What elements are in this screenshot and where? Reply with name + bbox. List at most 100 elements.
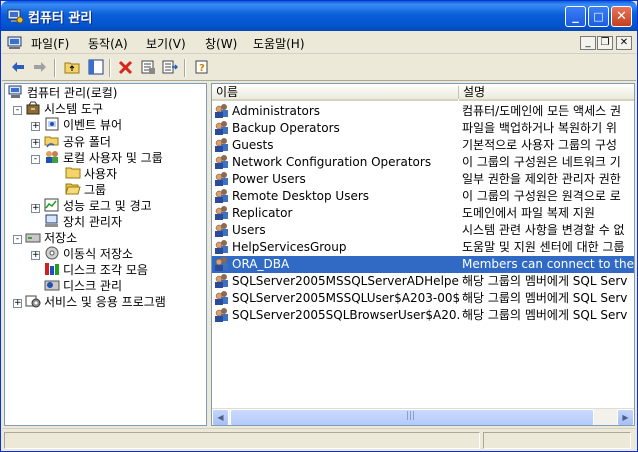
group-name: Network Configuration Operators — [232, 155, 432, 169]
up-folder-icon[interactable] — [63, 59, 81, 77]
mmc-document-icon[interactable] — [7, 35, 23, 51]
menu-bar: 파일(F) 동작(A) 보기(V) 창(W) 도움말(H) _ ❐ ✕ — [2, 32, 636, 54]
group-name: Administrators — [232, 104, 321, 118]
export-list-icon[interactable] — [161, 59, 179, 77]
table-row[interactable]: Network Configuration Operators 이 그룹의 구성원… — [212, 154, 634, 171]
help-icon[interactable]: ? — [193, 59, 211, 77]
table-row[interactable]: SQLServer2005SQLBrowserUser$A20... 해당 그룹의… — [212, 307, 634, 324]
show-tree-icon[interactable] — [87, 59, 105, 77]
folder-icon — [65, 167, 81, 179]
delete-icon[interactable] — [117, 59, 135, 77]
tree-item-groups[interactable]: 그룹 — [65, 182, 106, 198]
group-icon — [215, 240, 228, 254]
mdi-restore-button[interactable]: ❐ — [597, 36, 613, 50]
app-window: 컴퓨터 관리 _ □ ✕ 파일(F) 동작(A) 보기(V) 창(W) 도움말(… — [0, 0, 638, 452]
table-row[interactable]: HelpServicesGroup 도움말 및 지원 센터에 대한 그룹 — [212, 239, 634, 256]
maximize-button[interactable]: □ — [588, 6, 609, 27]
back-arrow-icon[interactable] — [9, 59, 27, 77]
properties-icon[interactable] — [139, 59, 157, 77]
minimize-button[interactable]: _ — [565, 6, 586, 27]
menu-action[interactable]: 동작(A) — [88, 35, 128, 52]
menu-window[interactable]: 창(W) — [205, 35, 237, 52]
tree-item-storage[interactable]: 저장소 — [25, 230, 77, 246]
close-button[interactable]: ✕ — [611, 6, 632, 27]
group-icon — [215, 138, 228, 152]
group-name-cell: Users — [214, 222, 460, 239]
mdi-close-button[interactable]: ✕ — [616, 36, 632, 50]
group-icon — [215, 291, 228, 305]
tree-label: 로컬 사용자 및 그룹 — [63, 151, 163, 165]
group-name: Users — [232, 223, 266, 237]
tree-item-disk-mgmt[interactable]: 디스크 관리 — [44, 278, 122, 294]
group-name-cell: Replicator — [214, 205, 460, 222]
mdi-minimize-button[interactable]: _ — [580, 36, 596, 50]
tree-item-event-viewer[interactable]: 이벤트 뷰어 — [44, 117, 122, 133]
tree-label: 디스크 관리 — [63, 279, 123, 293]
tree-label: 디스크 조각 모음 — [63, 263, 148, 277]
tree-expander[interactable]: - — [13, 235, 22, 244]
table-row[interactable]: SQLServer2005MSSQLServerADHelpe... 해당 그룹의… — [212, 273, 634, 290]
status-cell-secondary — [483, 432, 631, 449]
tree-expander[interactable]: + — [31, 139, 40, 148]
group-icon — [215, 121, 228, 135]
group-name-cell: SQLServer2005SQLBrowserUser$A20... — [214, 307, 460, 324]
column-header-description[interactable]: 설명 — [459, 84, 634, 101]
tree-expander[interactable]: + — [31, 122, 40, 131]
tree-label: 성능 로그 및 경고 — [63, 199, 152, 213]
group-name-cell: Administrators — [214, 103, 460, 120]
tree-label: 컴퓨터 관리(로컬) — [27, 86, 118, 100]
group-icon — [215, 206, 228, 220]
tree-expander[interactable]: - — [31, 155, 40, 164]
group-name: SQLServer2005SQLBrowserUser$A20... — [232, 308, 460, 322]
tree-expander[interactable]: + — [31, 251, 40, 260]
horizontal-scrollbar[interactable]: ◀ ||| ▶ — [212, 408, 634, 425]
tree-label: 저장소 — [44, 231, 78, 245]
tree-label: 이동식 저장소 — [63, 247, 134, 261]
group-description: 도움말 및 지원 센터에 대한 그룹 — [462, 240, 625, 254]
tree-expander[interactable]: + — [31, 204, 40, 213]
group-icon — [215, 172, 228, 186]
scroll-thumb[interactable]: ||| — [230, 409, 594, 425]
table-row[interactable]: Users 시스템 관련 사항을 변경할 수 없 — [212, 222, 634, 239]
groups-list-view: 이름 설명 Administrators 컴퓨터/도메인에 모든 액세스 권 Bac… — [211, 83, 635, 426]
table-row[interactable]: ORA_DBA Members can connect to the C — [212, 256, 634, 273]
tree-item-shared-folders[interactable]: 공유 폴더 — [44, 134, 111, 150]
tree-item-local-users-groups[interactable]: 로컬 사용자 및 그룹 — [44, 150, 163, 166]
tree-item-services-apps[interactable]: 서비스 및 응용 프로그램 — [25, 294, 166, 310]
tree-label: 서비스 및 응용 프로그램 — [44, 295, 166, 309]
menu-file[interactable]: 파일(F) — [31, 35, 69, 52]
toolbar-separator — [54, 59, 56, 77]
tree-expander[interactable]: + — [13, 299, 22, 308]
group-description: 해당 그룹의 멤버에게 SQL Serv — [462, 308, 628, 322]
table-row[interactable]: Power Users 일부 권한을 제외한 관리자 권한 — [212, 171, 634, 188]
scroll-left-button[interactable]: ◀ — [212, 409, 229, 425]
tree-item-system-tools[interactable]: 시스템 도구 — [25, 101, 103, 117]
group-icon — [215, 308, 228, 322]
forward-arrow-icon[interactable] — [31, 59, 49, 77]
title-bar[interactable]: 컴퓨터 관리 _ □ ✕ — [1, 1, 637, 31]
group-description: 컴퓨터/도메인에 모든 액세스 권 — [462, 104, 622, 118]
table-row[interactable]: Replicator 도메인에서 파일 복제 지원 — [212, 205, 634, 222]
open-folder-icon — [65, 183, 81, 195]
scroll-right-button[interactable]: ▶ — [617, 409, 634, 425]
tree-item-device-manager[interactable]: 장치 관리자 — [44, 214, 122, 230]
group-name: Remote Desktop Users — [232, 189, 370, 203]
table-row[interactable]: Administrators 컴퓨터/도메인에 모든 액세스 권 — [212, 103, 634, 120]
device-manager-icon — [45, 214, 58, 227]
tree-item-defrag[interactable]: 디스크 조각 모음 — [44, 262, 148, 278]
column-header-name[interactable]: 이름 — [212, 84, 458, 101]
menu-help[interactable]: 도움말(H) — [253, 35, 305, 52]
tree-item-perf-logs[interactable]: 성능 로그 및 경고 — [44, 198, 152, 214]
tree-item-removable-storage[interactable]: 이동식 저장소 — [44, 246, 133, 262]
table-row[interactable]: Remote Desktop Users 이 그룹의 구성원은 원격으로 로 — [212, 188, 634, 205]
table-row[interactable]: Backup Operators 파일을 백업하거나 복원하기 위 — [212, 120, 634, 137]
shared-folder-icon — [44, 136, 59, 148]
table-row[interactable]: SQLServer2005MSSQLUser$A203-00$... 해당 그룹의… — [212, 290, 634, 307]
tree-item-users[interactable]: 사용자 — [65, 166, 117, 182]
tree-expander[interactable]: - — [13, 106, 22, 115]
group-name-cell: Guests — [214, 137, 460, 154]
tree-item-root[interactable]: 컴퓨터 관리(로컬) — [8, 85, 117, 101]
table-row[interactable]: Guests 기본적으로 사용자 그룹의 구성 — [212, 137, 634, 154]
menu-view[interactable]: 보기(V) — [146, 35, 186, 52]
group-description: 파일을 백업하거나 복원하기 위 — [462, 121, 617, 135]
